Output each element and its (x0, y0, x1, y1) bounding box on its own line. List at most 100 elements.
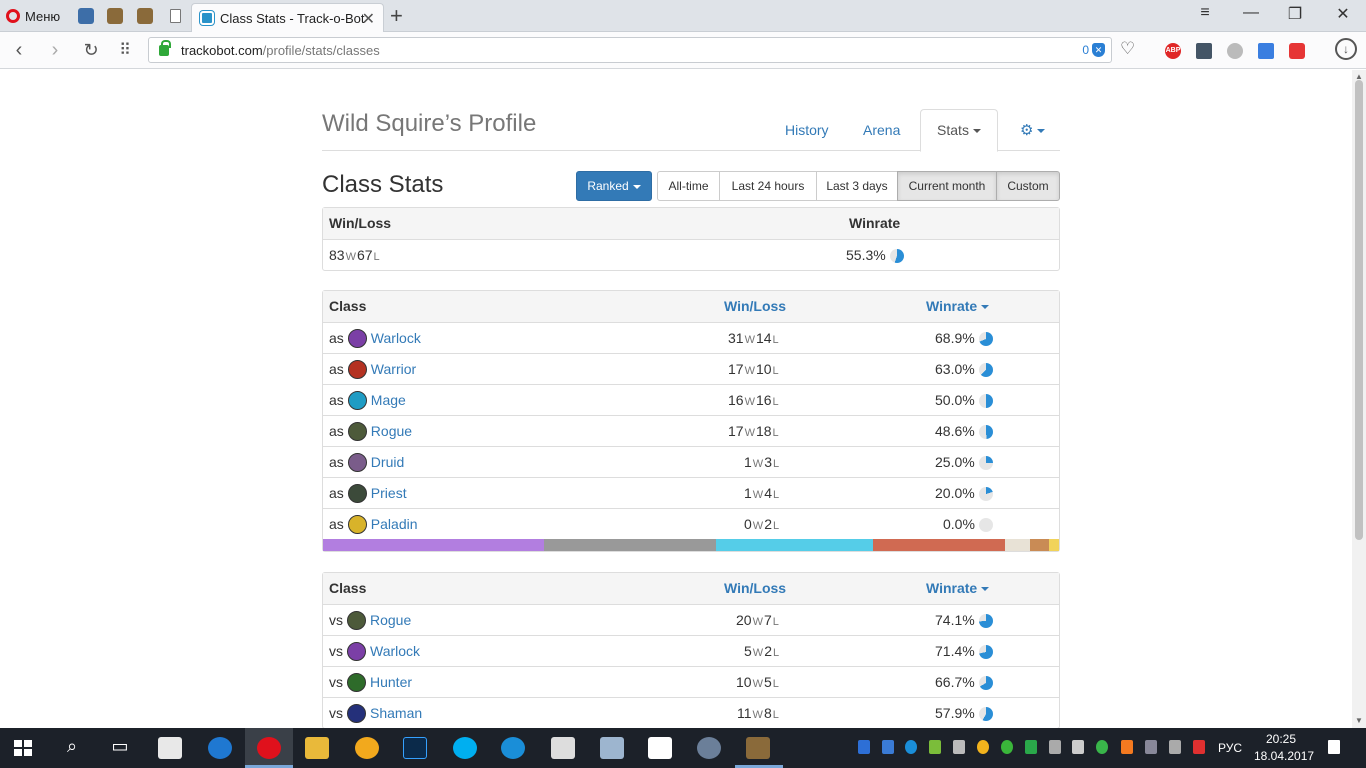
photoshop-icon[interactable] (403, 737, 427, 759)
class-cell: as Warrior (329, 354, 416, 384)
notifications-icon[interactable] (1328, 740, 1340, 754)
tray-window-icon[interactable] (882, 740, 894, 754)
pinned-tab-blank[interactable] (164, 5, 186, 27)
input-language[interactable]: РУС (1218, 741, 1242, 755)
extension-screen-icon[interactable] (1196, 43, 1212, 59)
tray-network-icon[interactable] (1049, 740, 1061, 754)
app-refresh-icon[interactable] (501, 737, 525, 759)
reload-icon[interactable]: ↻ (78, 37, 104, 63)
extension-g-icon[interactable] (1289, 43, 1305, 59)
opera-icon[interactable] (257, 737, 281, 759)
class-cell: vs Shaman (329, 698, 422, 728)
class-link[interactable]: Rogue (370, 612, 411, 628)
skype-icon[interactable] (453, 737, 477, 759)
wins-value: 0 (744, 516, 752, 532)
winloss-cell: 20W7L (736, 612, 779, 628)
mode-dropdown-button[interactable]: Ranked (576, 171, 652, 201)
tab-stats[interactable]: Stats (920, 109, 998, 152)
tab-history[interactable]: History (785, 109, 829, 151)
class-link[interactable]: Shaman (370, 705, 422, 721)
tray-usb-icon[interactable] (953, 740, 965, 754)
window-app-icon[interactable] (648, 737, 672, 759)
heart-icon[interactable]: ♡ (1120, 39, 1135, 59)
volume-icon[interactable] (1072, 740, 1084, 754)
distribution-segment (323, 539, 544, 551)
calculator-icon[interactable] (551, 737, 575, 759)
tab-arena[interactable]: Arena (863, 109, 900, 151)
winrate-pie-icon (978, 363, 993, 377)
globe-icon[interactable] (1227, 43, 1243, 59)
app-triangle-icon[interactable] (355, 737, 379, 759)
url-field[interactable]: trackobot.com/profile/stats/classes 0 ✕ (148, 37, 1112, 63)
clock-time[interactable]: 20:25 (1266, 732, 1296, 746)
pinned-tab-hearthstone[interactable] (104, 5, 126, 27)
speed-dial-icon[interactable]: ⠿ (112, 37, 138, 63)
translate-icon[interactable] (1258, 43, 1274, 59)
close-window-icon[interactable]: ✕ (1320, 4, 1366, 24)
tab-menu-icon[interactable]: ≡ (1182, 4, 1228, 22)
class-link[interactable]: Priest (371, 485, 407, 501)
range-current-month-button[interactable]: Current month (897, 171, 997, 201)
winrate-cell: 50.0% (935, 385, 993, 415)
adblock-plus-icon[interactable]: ABP (1165, 43, 1181, 59)
clock-date[interactable]: 18.04.2017 (1254, 749, 1314, 763)
class-link[interactable]: Hunter (370, 674, 412, 690)
tray-orange-icon[interactable] (1121, 740, 1133, 754)
class-link[interactable]: Warrior (371, 361, 416, 377)
range-3d-button[interactable]: Last 3 days (816, 171, 898, 201)
class-link[interactable]: Druid (371, 454, 404, 470)
scroll-down-icon[interactable]: ▼ (1353, 716, 1365, 725)
close-tab-icon[interactable]: ✕ (362, 9, 375, 29)
hearthstone-icon[interactable] (746, 737, 770, 759)
tray-bot-icon[interactable] (1096, 740, 1108, 754)
tray-headphones-icon[interactable] (977, 740, 989, 754)
as-winrate-sort[interactable]: Winrate (926, 291, 990, 321)
class-link[interactable]: Paladin (371, 516, 418, 532)
opera-menu-button[interactable]: Меню (6, 5, 60, 27)
tray-nvidia-icon[interactable] (1025, 740, 1037, 754)
minimize-icon[interactable]: — (1228, 4, 1274, 22)
tray-battlenet-icon[interactable] (858, 740, 870, 754)
edge-icon[interactable] (208, 737, 232, 759)
class-link[interactable]: Warlock (370, 643, 420, 659)
tray-red-icon[interactable] (1193, 740, 1205, 754)
photos-icon[interactable] (600, 737, 624, 759)
winrate-pie-icon (978, 676, 993, 690)
as-winloss-sort[interactable]: Win/Loss (724, 291, 786, 321)
settings-dropdown[interactable]: ⚙ (1020, 109, 1046, 151)
gear-icon: ⚙ (1020, 122, 1034, 139)
class-link[interactable]: Mage (371, 392, 406, 408)
tray-green-icon[interactable] (1001, 740, 1013, 754)
scrollbar-thumb[interactable] (1355, 80, 1363, 540)
tray-refresh-icon[interactable] (905, 740, 917, 754)
winrate-value: 0.0% (943, 516, 975, 532)
winrate-cell: 25.0% (935, 447, 993, 477)
range-24h-button[interactable]: Last 24 hours (719, 171, 817, 201)
section-title: Class Stats (322, 171, 444, 198)
tray-app-icon[interactable] (929, 740, 941, 754)
pinned-tab-calculator[interactable] (75, 5, 97, 27)
tray-keyboard-icon[interactable] (1169, 740, 1181, 754)
vs-winrate-sort[interactable]: Winrate (926, 573, 990, 603)
class-link[interactable]: Warlock (371, 330, 421, 346)
back-icon[interactable]: ‹ (6, 37, 32, 63)
new-tab-button[interactable]: + (390, 3, 403, 29)
forward-icon[interactable]: › (42, 37, 68, 63)
file-explorer-icon[interactable] (305, 737, 329, 759)
steam-icon[interactable] (697, 737, 721, 759)
restore-icon[interactable]: ❐ (1272, 4, 1318, 24)
search-icon[interactable]: ⌕ (60, 736, 84, 757)
pinned-tab-hearthstone-2[interactable] (134, 5, 156, 27)
class-link[interactable]: Rogue (371, 423, 412, 439)
adblock-badge[interactable]: 0 ✕ (1082, 43, 1105, 57)
vs-winloss-sort[interactable]: Win/Loss (724, 573, 786, 603)
range-custom-button[interactable]: Custom (996, 171, 1060, 201)
tray-box-icon[interactable] (1145, 740, 1157, 754)
active-tab[interactable]: Class Stats - Track-o-Bot ✕ (191, 3, 384, 32)
download-icon[interactable]: ↓ (1335, 38, 1357, 60)
task-view-icon[interactable]: ▭ (108, 736, 132, 757)
range-all-time-button[interactable]: All-time (657, 171, 720, 201)
winloss-cell: 10W5L (736, 674, 779, 690)
store-icon[interactable] (158, 737, 182, 759)
windows-start-icon[interactable] (14, 740, 32, 756)
